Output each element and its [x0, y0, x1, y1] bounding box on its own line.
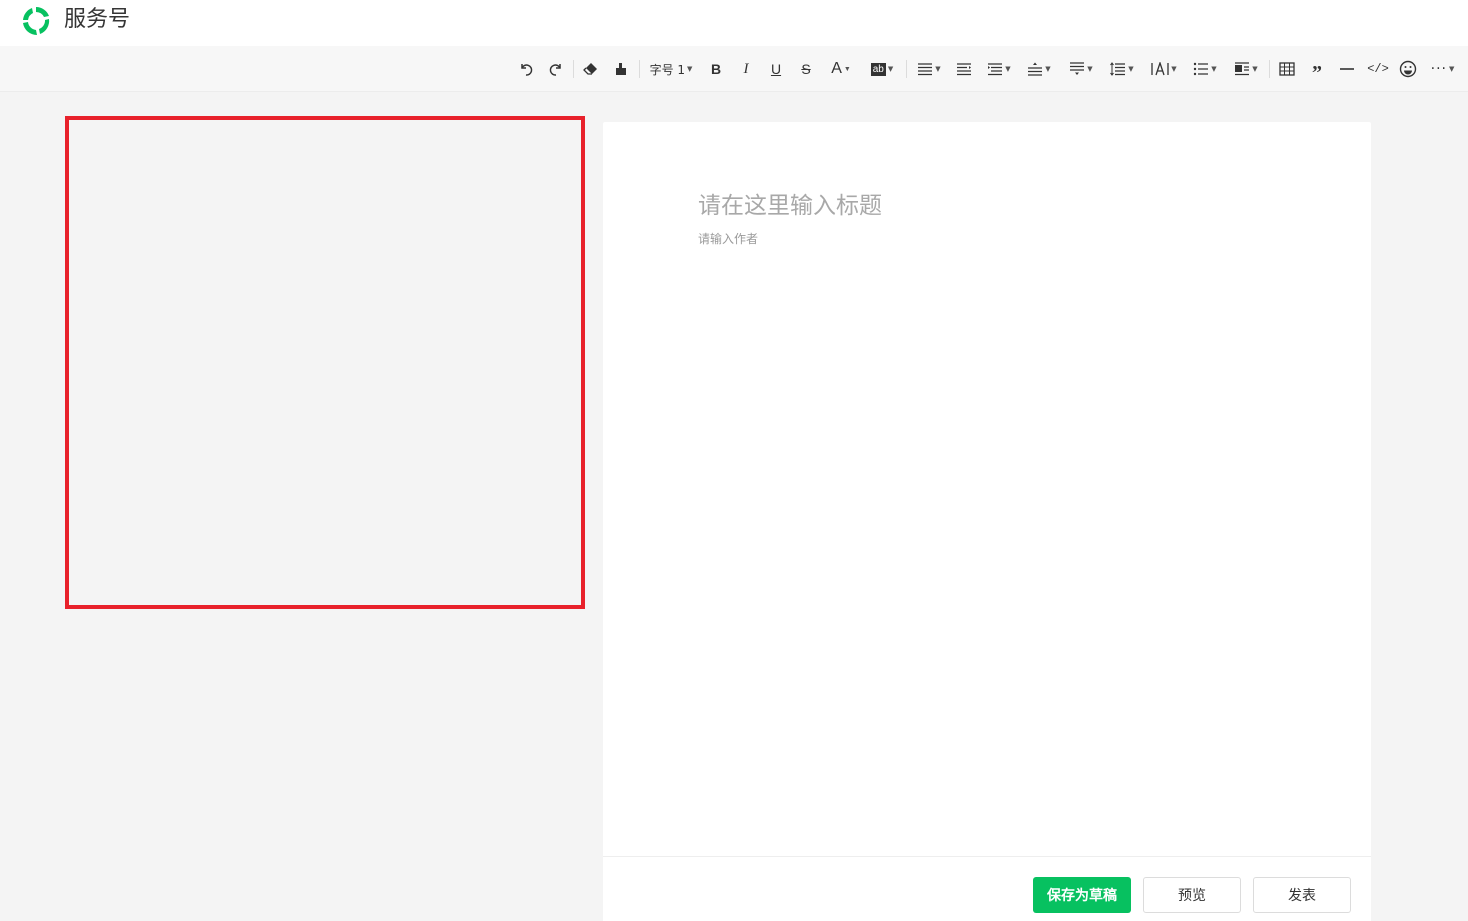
preview-button[interactable]: 预览	[1143, 877, 1241, 913]
redo-icon	[549, 64, 561, 76]
italic-button[interactable]: I	[736, 46, 756, 92]
service-account-logo-icon[interactable]	[18, 3, 54, 39]
list-dropdown[interactable]: ▼	[1190, 46, 1220, 92]
clear-format-button[interactable]	[581, 46, 601, 92]
underline-icon: U	[770, 61, 782, 77]
emoji-icon	[1399, 60, 1417, 78]
font-color-icon: A	[831, 60, 842, 77]
app-title: 服务号	[64, 7, 131, 32]
chevron-down-icon: ▼	[1128, 65, 1134, 73]
publish-button[interactable]: 发表	[1253, 877, 1351, 913]
chevron-down-icon: ▼	[1211, 65, 1217, 73]
underline-button[interactable]: U	[766, 46, 786, 92]
undo-icon	[521, 64, 533, 76]
paragraph-spacing-after-dropdown[interactable]: ▼	[1066, 46, 1096, 92]
font-size-dropdown[interactable]: 字号 1 ▼	[648, 46, 694, 92]
line-height-dropdown[interactable]: ▼	[1107, 46, 1137, 92]
horizontal-line-icon	[1340, 68, 1354, 70]
insert-code-button[interactable]: </>	[1367, 46, 1389, 92]
redo-button[interactable]	[546, 46, 566, 92]
indent-button[interactable]	[954, 46, 974, 92]
horizontal-rule-button[interactable]	[1337, 46, 1357, 92]
highlighted-region	[65, 116, 585, 609]
chevron-down-icon: ▼	[1171, 65, 1177, 73]
quote-icon: ”	[1312, 61, 1322, 84]
top-bar: 服务号	[0, 0, 1468, 46]
chevron-down-icon: ▼	[1448, 65, 1456, 73]
save-draft-button[interactable]: 保存为草稿	[1033, 877, 1131, 913]
toolbar-divider	[573, 60, 574, 78]
chevron-down-icon: ▼	[1087, 65, 1093, 73]
indent-icon	[957, 63, 971, 76]
code-icon: </>	[1367, 62, 1389, 76]
italic-icon: I	[743, 60, 749, 77]
editor-footer: 保存为草稿 预览 发表	[603, 856, 1371, 921]
chevron-down-icon: ▼	[843, 65, 851, 73]
strikethrough-icon: S	[801, 61, 811, 77]
editor-toolbar: 字号 1 ▼ B I U S A ▼ ab ▼ ▼ ▼ ▼ ▼ ▼ ▼ ▼ ▼ ” <…	[0, 46, 1468, 92]
chevron-down-icon: ▼	[1005, 65, 1011, 73]
font-size-label: 字号 1	[649, 62, 686, 77]
highlight-icon: ab	[870, 62, 886, 76]
line-height-icon	[1110, 62, 1126, 76]
float-left-icon	[1235, 62, 1250, 76]
chevron-down-icon: ▼	[1045, 65, 1051, 73]
eraser-icon	[583, 63, 597, 75]
blockquote-button[interactable]: ”	[1307, 46, 1327, 92]
chevron-down-icon: ▼	[1252, 65, 1258, 73]
spacing-after-icon	[1070, 62, 1085, 75]
image-float-dropdown[interactable]: ▼	[1230, 46, 1262, 92]
chevron-down-icon: ▼	[935, 65, 941, 73]
toolbar-divider	[639, 60, 640, 78]
font-color-dropdown[interactable]: A ▼	[826, 46, 856, 92]
insert-table-button[interactable]	[1277, 46, 1297, 92]
align-dropdown[interactable]: ▼	[914, 46, 944, 92]
chevron-down-icon: ▼	[687, 65, 693, 73]
emoji-button[interactable]	[1398, 46, 1418, 92]
chevron-down-icon: ▼	[887, 65, 894, 73]
bullet-list-icon	[1194, 62, 1209, 76]
background-color-dropdown[interactable]: ab ▼	[866, 46, 898, 92]
letter-spacing-icon	[1151, 62, 1169, 76]
align-center-icon	[988, 63, 1003, 76]
bold-icon: B	[710, 61, 722, 77]
more-tools-dropdown[interactable]: ··· ▼	[1428, 46, 1458, 92]
letter-spacing-dropdown[interactable]: ▼	[1148, 46, 1180, 92]
format-painter-button[interactable]	[611, 46, 631, 92]
table-icon	[1279, 62, 1295, 76]
bold-button[interactable]: B	[706, 46, 726, 92]
align-justify-icon	[918, 63, 933, 76]
toolbar-divider	[906, 60, 907, 78]
brush-icon	[616, 63, 626, 75]
author-input[interactable]: 请输入作者	[698, 230, 758, 247]
line-indent-dropdown[interactable]: ▼	[984, 46, 1014, 92]
paragraph-spacing-before-dropdown[interactable]: ▼	[1024, 46, 1054, 92]
toolbar-divider	[1269, 60, 1270, 78]
strikethrough-button[interactable]: S	[796, 46, 816, 92]
title-input[interactable]: 请在这里输入标题	[698, 186, 882, 220]
article-editor: 请在这里输入标题 请输入作者 保存为草稿 预览 发表	[603, 122, 1371, 921]
undo-button[interactable]	[516, 46, 536, 92]
more-icon: ···	[1430, 61, 1447, 77]
spacing-before-icon	[1028, 62, 1043, 76]
